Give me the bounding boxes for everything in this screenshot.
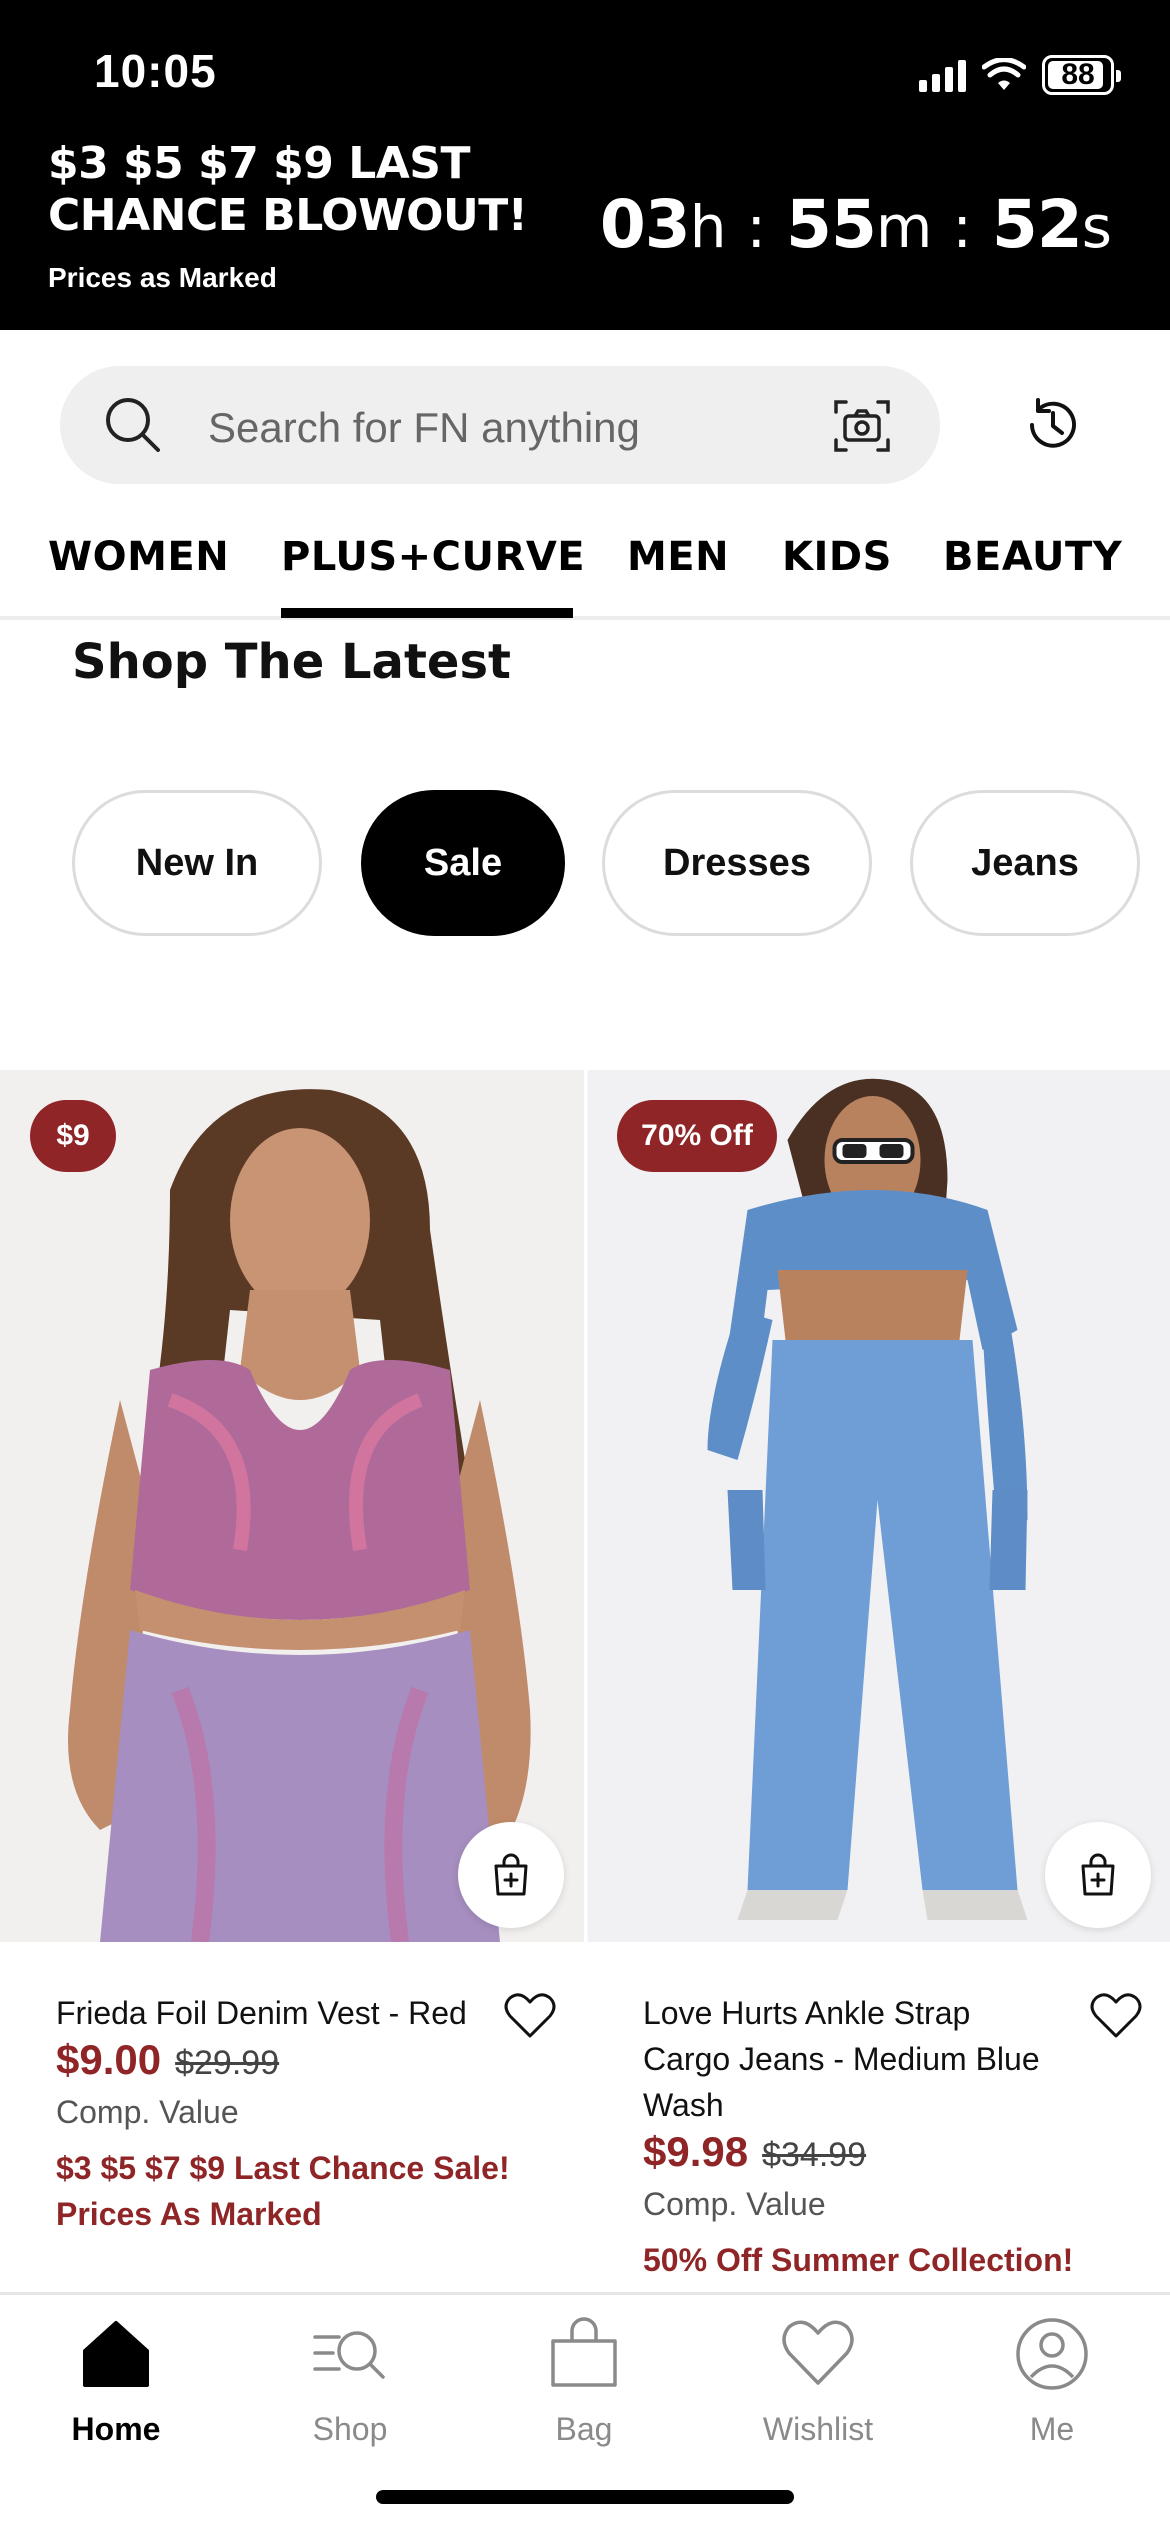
promo-text: $3 $5 $7 $9 Last Chance Sale!: [56, 2150, 510, 2186]
tab-women[interactable]: WOMEN: [48, 534, 229, 580]
chip-sale[interactable]: Sale: [361, 790, 565, 936]
search-bar[interactable]: Search for FN anything: [60, 366, 940, 484]
discount-badge: 70% Off: [617, 1100, 777, 1172]
cellular-signal-icon: [919, 58, 966, 92]
original-price: $29.99: [175, 2044, 280, 2082]
countdown-seconds: 52: [991, 186, 1083, 263]
sale-price: $9.98: [643, 2128, 749, 2175]
profile-icon: [1016, 2318, 1088, 2390]
category-tabs: WOMEN PLUS+CURVE MEN KIDS BEAUTY: [0, 520, 1170, 620]
product-card-image[interactable]: $9: [0, 1070, 584, 1942]
bag-icon: [551, 2317, 617, 2387]
add-to-bag-icon: [1081, 1853, 1115, 1896]
sale-price: $9.00: [56, 2036, 162, 2083]
wishlist-heart-icon[interactable]: [504, 1992, 556, 2040]
status-time: 10:05: [94, 45, 217, 97]
price-badge: $9: [30, 1100, 116, 1172]
comp-value-label: Comp. Value: [56, 2094, 239, 2130]
nav-shop[interactable]: Shop: [260, 2315, 440, 2448]
camera-search-icon[interactable]: [830, 394, 894, 458]
promo-banner[interactable]: 10:05 88 $3 $5 $7 $9 LAST CHANCE BLOWOUT…: [0, 0, 1170, 330]
wishlist-heart-icon[interactable]: [1090, 1992, 1142, 2040]
nav-bag[interactable]: Bag: [494, 2315, 674, 2448]
countdown-hours-unit: h: [689, 193, 727, 261]
promo-text: 50% Off Summer Collection!: [643, 2242, 1074, 2278]
status-icons: 88: [919, 50, 1121, 100]
countdown-seconds-unit: s: [1081, 193, 1112, 261]
nav-shop-label: Shop: [312, 2411, 388, 2447]
chip-jeans[interactable]: Jeans: [910, 790, 1140, 936]
promo-subtitle: Prices as Marked: [48, 262, 277, 293]
tab-men[interactable]: MEN: [627, 534, 729, 580]
product-name[interactable]: Frieda Foil Denim Vest - Red: [56, 1990, 496, 2036]
price-row: $9.98 $34.99: [643, 2128, 1063, 2176]
comp-value-label: Comp. Value: [643, 2186, 826, 2222]
nav-bag-label: Bag: [555, 2411, 613, 2447]
product-card-image[interactable]: 70% Off: [587, 1070, 1170, 1942]
nav-wishlist-label: Wishlist: [762, 2411, 874, 2447]
home-icon: [83, 2321, 149, 2387]
price-row: $9.00 $29.99: [56, 2036, 496, 2084]
product-info[interactable]: Frieda Foil Denim Vest - Red $9.00 $29.9…: [56, 1990, 510, 2237]
countdown-timer: 03 h : 55 m : 52 s: [600, 186, 1112, 263]
home-indicator: [376, 2490, 794, 2504]
battery-icon: 88: [1042, 55, 1121, 95]
product-info[interactable]: Love Hurts Ankle Strap Cargo Jeans - Med…: [643, 1990, 1073, 2283]
tab-kids[interactable]: KIDS: [782, 534, 892, 580]
product-image[interactable]: [0, 1070, 584, 1942]
tab-plus-curve[interactable]: PLUS+CURVE: [281, 534, 585, 580]
countdown-minutes-unit: m: [875, 193, 933, 261]
section-title: Shop The Latest: [72, 634, 511, 690]
add-to-bag-button[interactable]: [1045, 1822, 1151, 1928]
countdown-separator: :: [746, 193, 767, 261]
shop-search-icon: [313, 2331, 385, 2379]
wifi-icon: [982, 58, 1026, 90]
tab-beauty[interactable]: BEAUTY: [943, 534, 1122, 580]
active-tab-indicator: [281, 608, 573, 618]
countdown-separator: :: [952, 193, 972, 261]
countdown-minutes: 55: [786, 186, 877, 263]
chip-dresses[interactable]: Dresses: [602, 790, 872, 936]
promo-title: $3 $5 $7 $9 LAST CHANCE BLOWOUT!: [48, 138, 528, 241]
nav-home[interactable]: Home: [26, 2315, 206, 2448]
battery-level: 88: [1061, 58, 1095, 91]
product-image[interactable]: [587, 1070, 1170, 1942]
add-to-bag-button[interactable]: [458, 1822, 564, 1928]
promo-text: Prices As Marked: [56, 2196, 322, 2232]
nav-me-label: Me: [1029, 2411, 1075, 2447]
history-icon[interactable]: [1022, 394, 1084, 456]
nav-wishlist[interactable]: Wishlist: [728, 2315, 908, 2448]
nav-me[interactable]: Me: [962, 2315, 1142, 2448]
product-name[interactable]: Love Hurts Ankle Strap Cargo Jeans - Med…: [643, 1990, 1063, 2128]
chip-new-in[interactable]: New In: [72, 790, 322, 936]
original-price: $34.99: [762, 2136, 867, 2174]
search-icon: [106, 398, 160, 452]
add-to-bag-icon: [494, 1853, 528, 1896]
nav-home-label: Home: [71, 2411, 161, 2447]
heart-icon: [782, 2320, 854, 2385]
search-input[interactable]: Search for FN anything: [208, 404, 640, 452]
countdown-hours: 03: [599, 186, 691, 263]
